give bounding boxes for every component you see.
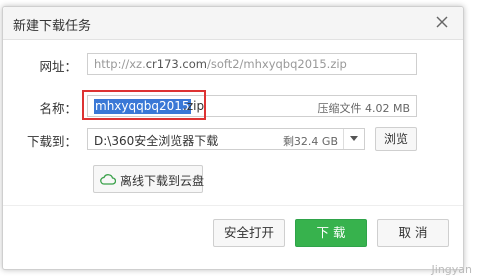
save-path-field[interactable]: D:\360安全浏览器下载 剩32.4 GB: [87, 128, 365, 150]
url-label: 网址：: [39, 59, 77, 74]
file-info: 压缩文件 4.02 MB: [317, 100, 410, 116]
offline-cloud-download-button[interactable]: 离线下载到云盘: [93, 165, 205, 193]
name-label: 名称：: [39, 101, 77, 116]
footer-divider: [3, 205, 463, 206]
cloud-icon: [100, 173, 117, 188]
browse-button[interactable]: 浏览: [375, 127, 417, 151]
safe-open-button[interactable]: 安全打开: [213, 219, 285, 247]
save-to-label: 下载到：: [26, 134, 77, 149]
url-text: http://xz.cr173.com/soft2/mhxyqbq2015.zi…: [94, 57, 347, 71]
file-type: 压缩文件: [317, 102, 362, 115]
filename-selected-text: mhxyqqbq2015: [94, 99, 191, 114]
chevron-down-icon[interactable]: [343, 129, 364, 149]
free-space-text: 剩32.4 GB: [282, 135, 338, 148]
watermark: Jingyan: [431, 263, 472, 276]
save-path-text: D:\360安全浏览器下载: [94, 134, 219, 148]
file-size: 4.02 MB: [364, 102, 410, 115]
filename-field[interactable]: mhxyqqbq2015 .zip 压缩文件 4.02 MB: [82, 90, 417, 120]
url-field[interactable]: http://xz.cr173.com/soft2/mhxyqbq2015.zi…: [87, 53, 417, 75]
cloud-download-label: 离线下载到云盘: [120, 174, 205, 188]
filename-extension: .zip: [183, 99, 205, 113]
cancel-button[interactable]: 取 消: [377, 219, 449, 247]
title-bar: 新建下载任务: [3, 7, 463, 40]
download-button[interactable]: 下 载: [295, 219, 367, 247]
close-icon[interactable]: [433, 13, 451, 31]
dialog-title: 新建下载任务: [13, 19, 92, 34]
new-download-dialog: 新建下载任务 网址： http://xz.cr173.com/soft2/mhx…: [2, 6, 464, 270]
